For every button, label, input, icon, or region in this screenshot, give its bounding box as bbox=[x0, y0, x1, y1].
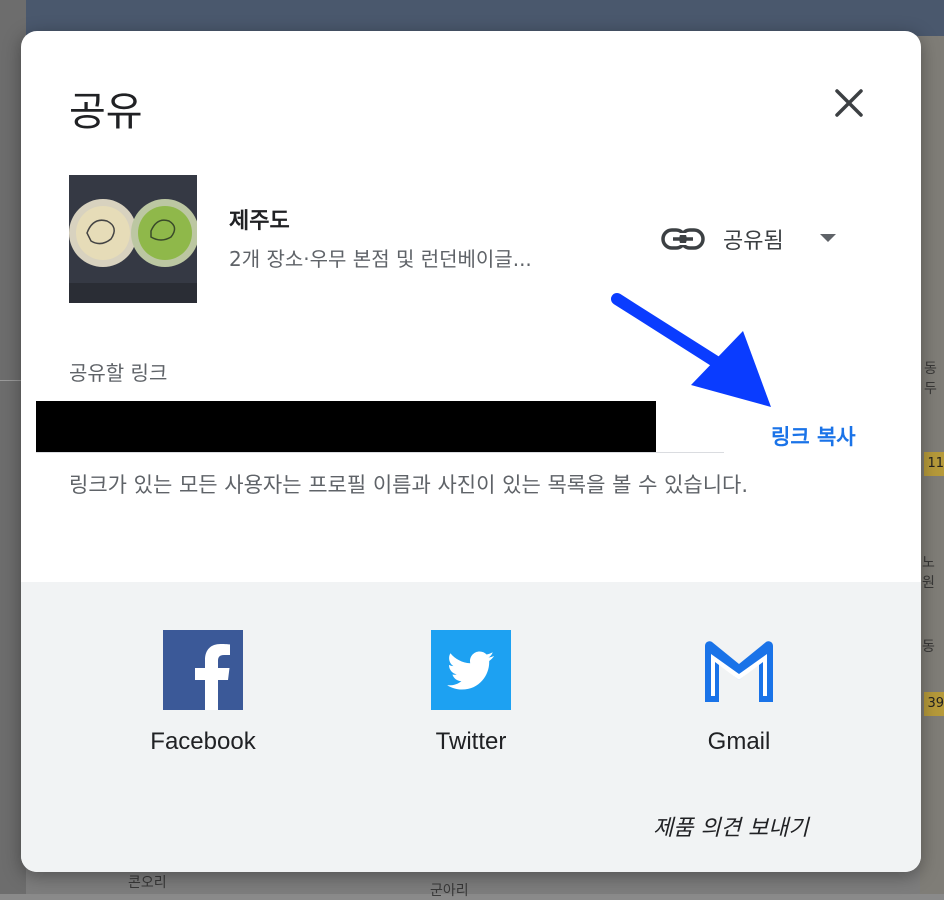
link-field-underline bbox=[36, 452, 724, 453]
share-status-label: 공유됨 bbox=[723, 229, 784, 254]
map-label: 노원 bbox=[922, 555, 935, 591]
share-twitter-button[interactable]: Twitter bbox=[381, 630, 561, 756]
gmail-icon bbox=[699, 630, 779, 710]
share-gmail-button[interactable]: Gmail bbox=[649, 630, 829, 756]
map-label: 동두 bbox=[924, 361, 937, 397]
list-description: 2개 장소·우무 본점 및 런던베이글... bbox=[229, 247, 532, 271]
map-road-badge: 11 bbox=[924, 452, 944, 476]
twitter-icon bbox=[431, 630, 511, 710]
twitter-label: Twitter bbox=[435, 728, 507, 755]
map-road-badge: 39 bbox=[924, 692, 944, 716]
link-label: 공유할 링크 bbox=[69, 361, 168, 385]
chevron-down-icon bbox=[819, 234, 836, 242]
share-facebook-button[interactable]: Facebook bbox=[113, 630, 293, 756]
annotation-arrow-icon bbox=[611, 293, 771, 407]
list-thumbnail bbox=[69, 175, 197, 303]
gmail-label: Gmail bbox=[707, 728, 771, 755]
share-dialog: 공유 제주도 2개 장소·우무 본점 및 런던베이글... 공유됨 공유할 링크… bbox=[21, 31, 921, 872]
share-status-dropdown[interactable]: 공유됨 bbox=[661, 217, 836, 261]
share-link-field[interactable] bbox=[36, 401, 656, 453]
map-label: 동 bbox=[922, 639, 935, 655]
close-icon bbox=[835, 89, 863, 117]
share-targets-panel: Facebook Twitter Gmail 제품 의견 보내기 bbox=[21, 582, 921, 872]
dialog-title: 공유 bbox=[69, 89, 143, 135]
facebook-icon bbox=[163, 630, 243, 710]
facebook-label: Facebook bbox=[150, 728, 256, 755]
link-visibility-note: 링크가 있는 모든 사용자는 프로필 이름과 사진이 있는 목록을 볼 수 있습… bbox=[69, 473, 749, 497]
map-label: 군아리 bbox=[430, 883, 469, 899]
copy-link-button[interactable]: 링크 복사 bbox=[771, 421, 856, 451]
link-icon bbox=[661, 228, 705, 250]
map-label: 콘오리 bbox=[128, 875, 167, 891]
send-feedback-link[interactable]: 제품 의견 보내기 bbox=[653, 810, 809, 842]
close-button[interactable] bbox=[829, 83, 869, 123]
list-name: 제주도 bbox=[229, 209, 290, 234]
